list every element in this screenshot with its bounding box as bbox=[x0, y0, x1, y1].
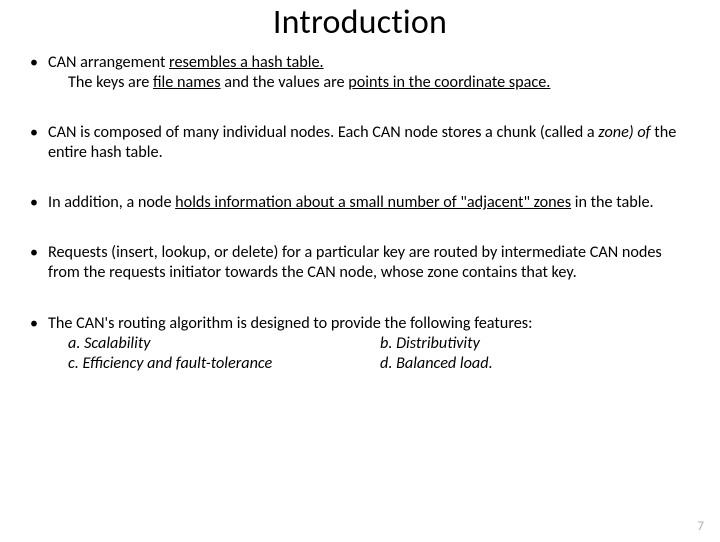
text: Requests (insert, lookup, or delete) for… bbox=[48, 243, 662, 282]
bullet-1-line2: The keys are file names and the values a… bbox=[48, 73, 692, 93]
feature-d: d. Balanced load. bbox=[380, 354, 692, 374]
text-underline: resembles a hash table. bbox=[169, 53, 324, 72]
text-underline: holds information about a small number o… bbox=[175, 193, 571, 212]
bullet-4: Requests (insert, lookup, or delete) for… bbox=[28, 243, 692, 283]
feature-a: a. Scalability bbox=[68, 334, 380, 354]
feature-list: a. Scalability b. Distributivity c. Effi… bbox=[48, 334, 692, 374]
text: The keys are bbox=[68, 73, 153, 92]
text: The CAN's routing algorithm is designed … bbox=[48, 314, 532, 333]
bullet-list: CAN arrangement resembles a hash table. … bbox=[28, 53, 692, 374]
slide-title: Introduction bbox=[28, 2, 692, 43]
text-underline: file names bbox=[153, 73, 221, 92]
text: CAN is composed of many individual nodes… bbox=[48, 123, 598, 142]
feature-b: b. Distributivity bbox=[380, 334, 692, 354]
bullet-3: In addition, a node holds information ab… bbox=[28, 193, 692, 213]
text: In addition, a node bbox=[48, 193, 175, 212]
text-underline: points in the coordinate space. bbox=[348, 73, 550, 92]
text-italic: zone) of bbox=[598, 123, 650, 142]
page-number: 7 bbox=[697, 519, 704, 534]
feature-c: c. Efficiency and fault-tolerance bbox=[68, 354, 380, 374]
text: in the table. bbox=[571, 193, 654, 212]
bullet-2: CAN is composed of many individual nodes… bbox=[28, 123, 692, 163]
bullet-1: CAN arrangement resembles a hash table. … bbox=[28, 53, 692, 93]
text: CAN arrangement bbox=[48, 53, 169, 72]
slide: Introduction CAN arrangement resembles a… bbox=[0, 2, 720, 542]
bullet-5: The CAN's routing algorithm is designed … bbox=[28, 314, 692, 374]
text: and the values are bbox=[221, 73, 349, 92]
